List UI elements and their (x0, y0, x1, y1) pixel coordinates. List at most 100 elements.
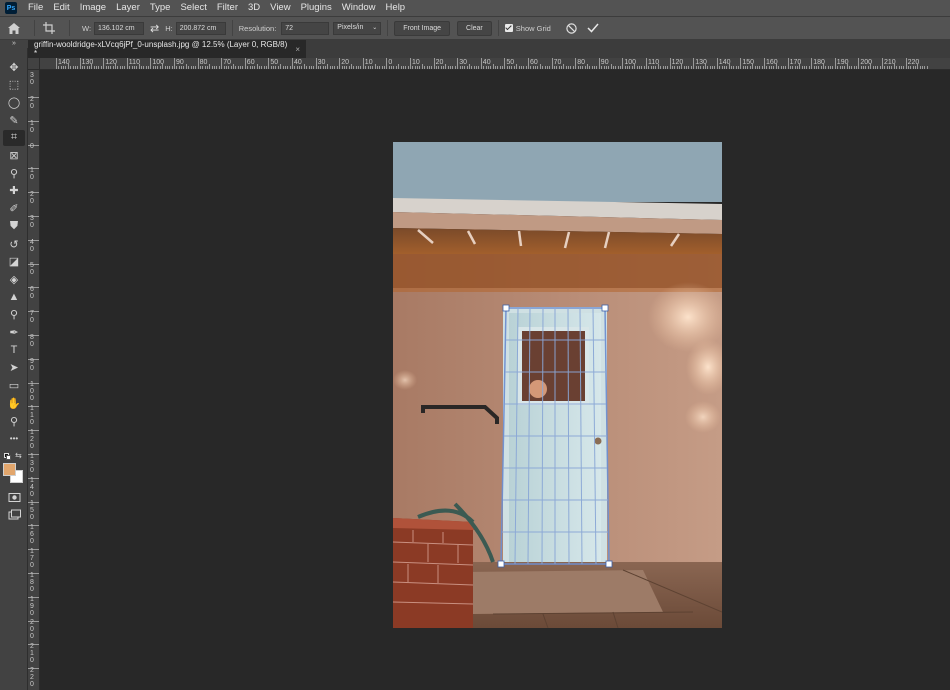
ruler-label: 30 (30, 72, 34, 86)
ruler-minor-tick (542, 66, 544, 69)
horizontal-ruler[interactable]: 140 130 120 110 100 90 80 70 60 50 40 30 20 10 0 10 20 30… (28, 58, 950, 70)
default-colors-icon[interactable] (4, 453, 11, 460)
vertical-ruler[interactable]: 3020100102030405060708090100110120130140… (28, 70, 40, 690)
ruler-tick (197, 58, 199, 69)
history-brush-tool-icon[interactable]: ↺ (3, 236, 25, 252)
menu-help[interactable]: Help (381, 0, 411, 16)
ruler-label: 90 (600, 59, 609, 66)
menu-view[interactable]: View (265, 0, 295, 16)
ruler-minor-tick (450, 66, 452, 69)
menu-file[interactable]: File (23, 0, 48, 16)
ruler-minor-tick (204, 66, 206, 69)
swap-colors-icon[interactable]: ⇆ (15, 451, 22, 460)
lasso-tool-icon[interactable]: ◯ (3, 94, 25, 110)
marquee-tool-icon[interactable]: ⬚ (3, 77, 25, 93)
pen-tool-icon[interactable]: ✒ (3, 325, 25, 341)
ruler-origin[interactable] (28, 58, 40, 70)
ruler-minor-tick (546, 66, 548, 69)
quick-selection-tool-icon[interactable]: ✎ (3, 112, 25, 128)
menu-select[interactable]: Select (175, 0, 211, 16)
photoshop-logo-icon: Ps (5, 2, 17, 14)
ruler-minor-tick (209, 64, 211, 69)
front-image-button[interactable]: Front Image (394, 20, 451, 36)
ruler-label: 140 (718, 59, 731, 66)
ruler-tick (504, 58, 506, 69)
ruler-minor-tick (369, 66, 371, 69)
ruler-minor-tick (136, 66, 138, 69)
ruler-minor-tick (655, 66, 657, 69)
type-tool-icon[interactable]: T (3, 342, 25, 358)
ruler-minor-tick (745, 66, 747, 69)
swap-dimensions-icon[interactable]: ⇄ (150, 22, 159, 35)
home-icon[interactable] (0, 22, 28, 34)
brush-tool-icon[interactable]: ✐ (3, 201, 25, 217)
menu-edit[interactable]: Edit (48, 0, 74, 16)
zoom-tool-icon[interactable]: ⚲ (3, 413, 25, 429)
ruler-minor-tick (176, 66, 178, 69)
perspective-crop-tool-icon[interactable]: ⌗ (3, 129, 25, 146)
ruler-minor-tick (407, 66, 409, 69)
menu-layer[interactable]: Layer (111, 0, 145, 16)
ruler-minor-tick (676, 66, 678, 69)
frame-tool-icon[interactable]: ⊠ (3, 148, 25, 164)
ruler-minor-tick (553, 66, 555, 69)
door-photo (393, 142, 722, 628)
menu-window[interactable]: Window (337, 0, 381, 16)
resolution-field[interactable]: 72 (281, 21, 330, 35)
screen-mode-icon[interactable] (3, 507, 25, 523)
hand-tool-icon[interactable]: ✋ (3, 395, 25, 411)
quick-mask-icon[interactable] (3, 489, 25, 505)
ruler-minor-tick (74, 66, 76, 69)
options-divider (497, 20, 499, 36)
ruler-minor-tick (435, 66, 437, 69)
close-icon[interactable]: × (295, 45, 300, 54)
ruler-minor-tick (240, 66, 242, 69)
ruler-minor-tick (299, 66, 301, 69)
ruler-minor-tick (192, 66, 194, 69)
resolution-units-select[interactable]: Pixels/in ⌄ (333, 21, 382, 35)
ruler-minor-tick (110, 66, 112, 69)
ruler-minor-tick (395, 66, 397, 69)
healing-brush-tool-icon[interactable]: ✚ (3, 183, 25, 199)
show-grid-checkbox[interactable] (504, 24, 513, 32)
ruler-minor-tick (296, 66, 298, 69)
height-field[interactable]: 200.872 cm (175, 21, 226, 35)
rectangle-tool-icon[interactable]: ▭ (3, 378, 25, 394)
foreground-color-swatch[interactable] (3, 463, 16, 476)
ruler-label: 190 (836, 59, 849, 66)
blur-tool-icon[interactable]: ▲ (3, 289, 25, 305)
menu-type[interactable]: Type (145, 0, 176, 16)
ruler-minor-tick (235, 66, 237, 69)
ruler-minor-tick (152, 66, 154, 69)
ruler-minor-tick (686, 66, 688, 69)
perspective-crop-preset-icon[interactable] (43, 22, 55, 34)
document-tab[interactable]: griffin-wooldridge-xLVcq6jPf_0-unsplash.… (28, 40, 306, 58)
ruler-minor-tick (247, 66, 249, 69)
clear-button[interactable]: Clear (457, 20, 492, 36)
menu-plugins[interactable]: Plugins (296, 0, 337, 16)
menu-3d[interactable]: 3D (243, 0, 265, 16)
ruler-minor-tick (558, 66, 560, 69)
eraser-tool-icon[interactable]: ◪ (3, 254, 25, 270)
menu-filter[interactable]: Filter (212, 0, 243, 16)
canvas-image[interactable] (393, 142, 722, 628)
clone-stamp-tool-icon[interactable]: ⛊ (3, 218, 25, 234)
path-selection-tool-icon[interactable]: ➤ (3, 360, 25, 376)
move-tool-icon[interactable]: ✥ (3, 59, 25, 75)
ruler-minor-tick (327, 64, 329, 69)
ruler-label: 130 (81, 59, 94, 66)
ruler-label: 40 (482, 59, 491, 66)
width-field[interactable]: 136.102 cm (94, 21, 145, 35)
paint-bucket-tool-icon[interactable]: ◈ (3, 271, 25, 287)
cancel-crop-icon[interactable] (566, 22, 577, 34)
commit-crop-icon[interactable] (587, 23, 599, 33)
collapse-panels-icon[interactable]: » (0, 40, 28, 48)
dodge-tool-icon[interactable]: ⚲ (3, 307, 25, 323)
ruler-tick (811, 58, 813, 69)
more-tools-icon[interactable]: ••• (3, 431, 25, 447)
ruler-tick (882, 58, 883, 69)
eyedropper-tool-icon[interactable]: ⚲ (3, 165, 25, 181)
ruler-minor-tick (258, 66, 260, 69)
ruler-minor-tick (348, 66, 350, 69)
menu-image[interactable]: Image (75, 0, 111, 16)
